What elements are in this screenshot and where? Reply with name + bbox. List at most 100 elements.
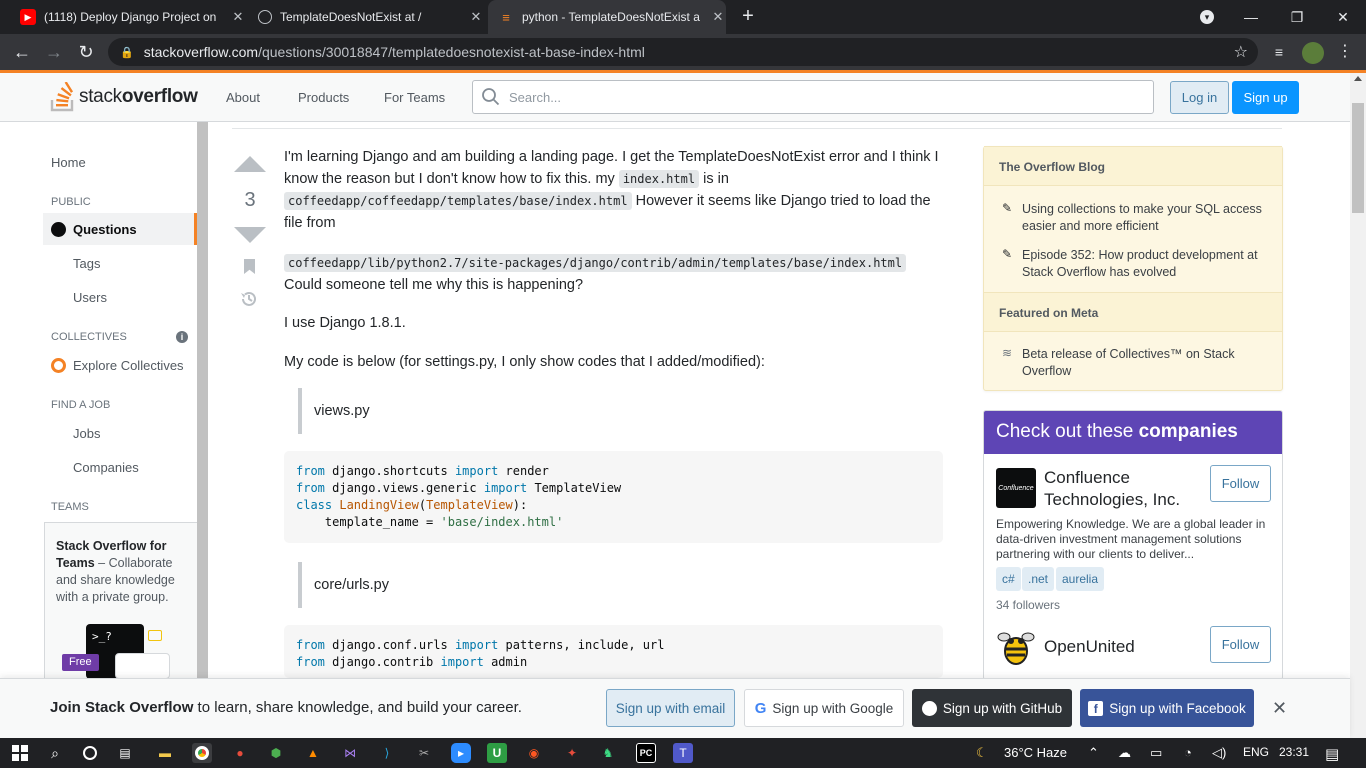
- company-description: Empowering Knowledge. We are a global le…: [996, 517, 1266, 561]
- follow-button[interactable]: Follow: [1210, 465, 1271, 502]
- onedrive-icon[interactable]: ☁: [1118, 745, 1131, 761]
- scroll-thumb[interactable]: [1352, 103, 1364, 213]
- notifications-icon[interactable]: ▤: [1325, 745, 1339, 763]
- company-name[interactable]: Confluence Technologies, Inc.: [1044, 467, 1194, 511]
- close-tab-icon[interactable]: ✕: [468, 9, 484, 25]
- sidebar-item-jobs[interactable]: Jobs: [73, 426, 100, 441]
- tag-csharp[interactable]: c#: [996, 567, 1021, 591]
- android-studio-icon[interactable]: ♞: [598, 743, 618, 763]
- signup-facebook-button[interactable]: f Sign up with Facebook: [1080, 689, 1254, 727]
- overflow-blog-widget: The Overflow Blog ✎ Using collections to…: [983, 146, 1283, 391]
- code-token: from: [296, 464, 325, 478]
- stack-logo-icon: [50, 81, 76, 112]
- reload-button[interactable]: ↻: [76, 42, 96, 62]
- close-icon[interactable]: ✕: [1272, 698, 1287, 719]
- clock[interactable]: 23:31: [1279, 745, 1309, 759]
- search-input[interactable]: Search...: [472, 80, 1154, 114]
- sidebar-item-home[interactable]: Home: [51, 155, 86, 170]
- volume-icon[interactable]: ◁): [1212, 745, 1226, 761]
- openunited-logo[interactable]: [996, 627, 1036, 667]
- page-scrollbar[interactable]: [1350, 73, 1366, 738]
- back-button[interactable]: ←: [12, 42, 32, 62]
- bookmark-icon[interactable]: [244, 259, 255, 274]
- tab-search-icon[interactable]: ▾: [1184, 0, 1230, 34]
- minimize-button[interactable]: —: [1228, 0, 1274, 34]
- close-tab-icon[interactable]: ✕: [230, 9, 246, 25]
- tab-title: python - TemplateDoesNotExist a: [522, 10, 700, 24]
- login-button[interactable]: Log in: [1170, 81, 1229, 114]
- url-bar[interactable]: 🔒 stackoverflow.com/questions/30018847/t…: [108, 38, 1258, 66]
- close-window-button[interactable]: ✕: [1320, 0, 1366, 34]
- reading-list-icon[interactable]: ≡: [1268, 42, 1290, 64]
- app-icon-1[interactable]: ●: [230, 743, 250, 763]
- zoom-icon[interactable]: ▸: [451, 743, 471, 763]
- app-icon-5[interactable]: ✦: [562, 743, 582, 763]
- sidebar-item-tags[interactable]: Tags: [73, 256, 100, 271]
- windows-start-icon[interactable]: [10, 743, 30, 763]
- meta-link[interactable]: Beta release of Collectives™ on Stack Ov…: [1022, 346, 1267, 380]
- app-icon-4[interactable]: ◉: [524, 743, 544, 763]
- chrome-icon[interactable]: [192, 743, 212, 763]
- tab-title: (1118) Deploy Django Project on: [44, 10, 217, 24]
- profile-avatar[interactable]: [1302, 42, 1324, 64]
- sidebar-item-explore-collectives[interactable]: Explore Collectives: [51, 358, 184, 373]
- sidebar-item-companies[interactable]: Companies: [73, 460, 139, 475]
- weather-text[interactable]: 36°C Haze: [1004, 745, 1067, 760]
- bookmark-star-icon[interactable]: ☆: [1234, 42, 1248, 62]
- tag-aurelia[interactable]: aurelia: [1056, 567, 1105, 591]
- language-indicator[interactable]: ENG: [1243, 745, 1269, 759]
- confluence-logo[interactable]: Confluence: [996, 468, 1036, 508]
- info-icon[interactable]: i: [176, 331, 188, 343]
- task-view-icon[interactable]: ▤: [115, 743, 135, 763]
- nav-about[interactable]: About: [226, 90, 260, 105]
- tab-template-error[interactable]: TemplateDoesNotExist at / ✕: [252, 0, 484, 34]
- blog-link[interactable]: Episode 352: How product development at …: [1022, 247, 1267, 281]
- blog-link[interactable]: Using collections to make your SQL acces…: [1022, 201, 1267, 235]
- companies-widget: Check out these companies Confluence Con…: [983, 410, 1283, 680]
- search-icon[interactable]: ⌕: [45, 743, 65, 763]
- follow-button[interactable]: Follow: [1210, 626, 1271, 663]
- code-token: render: [498, 464, 549, 478]
- upwork-icon[interactable]: U: [487, 743, 507, 763]
- tray-expand-icon[interactable]: ⌃: [1088, 745, 1099, 761]
- scroll-up-arrow[interactable]: [1354, 76, 1362, 81]
- menu-icon[interactable]: ⋮: [1334, 42, 1356, 64]
- sidebar-item-questions[interactable]: Questions: [51, 222, 137, 237]
- vscode-icon[interactable]: ⟩: [377, 743, 397, 763]
- signup-email-button[interactable]: Sign up with email: [606, 689, 735, 727]
- forward-button[interactable]: →: [44, 42, 64, 62]
- tag-dotnet[interactable]: .net: [1022, 567, 1055, 591]
- signup-github-button[interactable]: Sign up with GitHub: [912, 689, 1072, 727]
- close-tab-icon[interactable]: ✕: [710, 9, 726, 25]
- vlc-icon[interactable]: ▲: [303, 743, 323, 763]
- nav-products[interactable]: Products: [298, 90, 349, 105]
- history-icon[interactable]: [239, 289, 259, 309]
- pycharm-icon[interactable]: PC: [636, 743, 656, 763]
- wifi-icon[interactable]: ◔: [1184, 745, 1192, 760]
- battery-icon[interactable]: ▭: [1150, 745, 1162, 761]
- file-explorer-icon[interactable]: ▬: [155, 743, 175, 763]
- code-token: import: [483, 481, 528, 495]
- maximize-button[interactable]: ❐: [1274, 0, 1320, 34]
- code-token: class: [296, 498, 333, 512]
- downvote-button[interactable]: [234, 227, 266, 243]
- new-tab-button[interactable]: +: [738, 6, 758, 26]
- cortana-icon[interactable]: [80, 743, 100, 763]
- url-path: /questions/30018847/templatedoesnotexist…: [258, 44, 645, 60]
- app-icon-2[interactable]: ⬢: [266, 743, 286, 763]
- teams-icon[interactable]: T: [673, 743, 693, 763]
- upvote-button[interactable]: [234, 156, 266, 172]
- tab-stackoverflow[interactable]: ≡ python - TemplateDoesNotExist a ✕: [488, 0, 726, 34]
- sidebar-item-users[interactable]: Users: [73, 290, 107, 305]
- sidebar-head-collectives: COLLECTIVES: [51, 331, 127, 343]
- nav-for-teams[interactable]: For Teams: [384, 90, 445, 105]
- tab-youtube[interactable]: ▶ (1118) Deploy Django Project on ✕: [14, 0, 246, 34]
- company-name[interactable]: OpenUnited: [1044, 636, 1194, 658]
- stackoverflow-logo[interactable]: stackoverflow: [50, 81, 198, 112]
- signup-google-button[interactable]: G Sign up with Google: [744, 689, 904, 727]
- signup-button[interactable]: Sign up: [1232, 81, 1299, 114]
- visual-studio-icon[interactable]: ⋈: [340, 743, 360, 763]
- app-icon-3[interactable]: ✂: [414, 743, 434, 763]
- sidebar-scrollbar[interactable]: [197, 122, 208, 678]
- sidebar-head-jobs: FIND A JOB: [51, 399, 111, 411]
